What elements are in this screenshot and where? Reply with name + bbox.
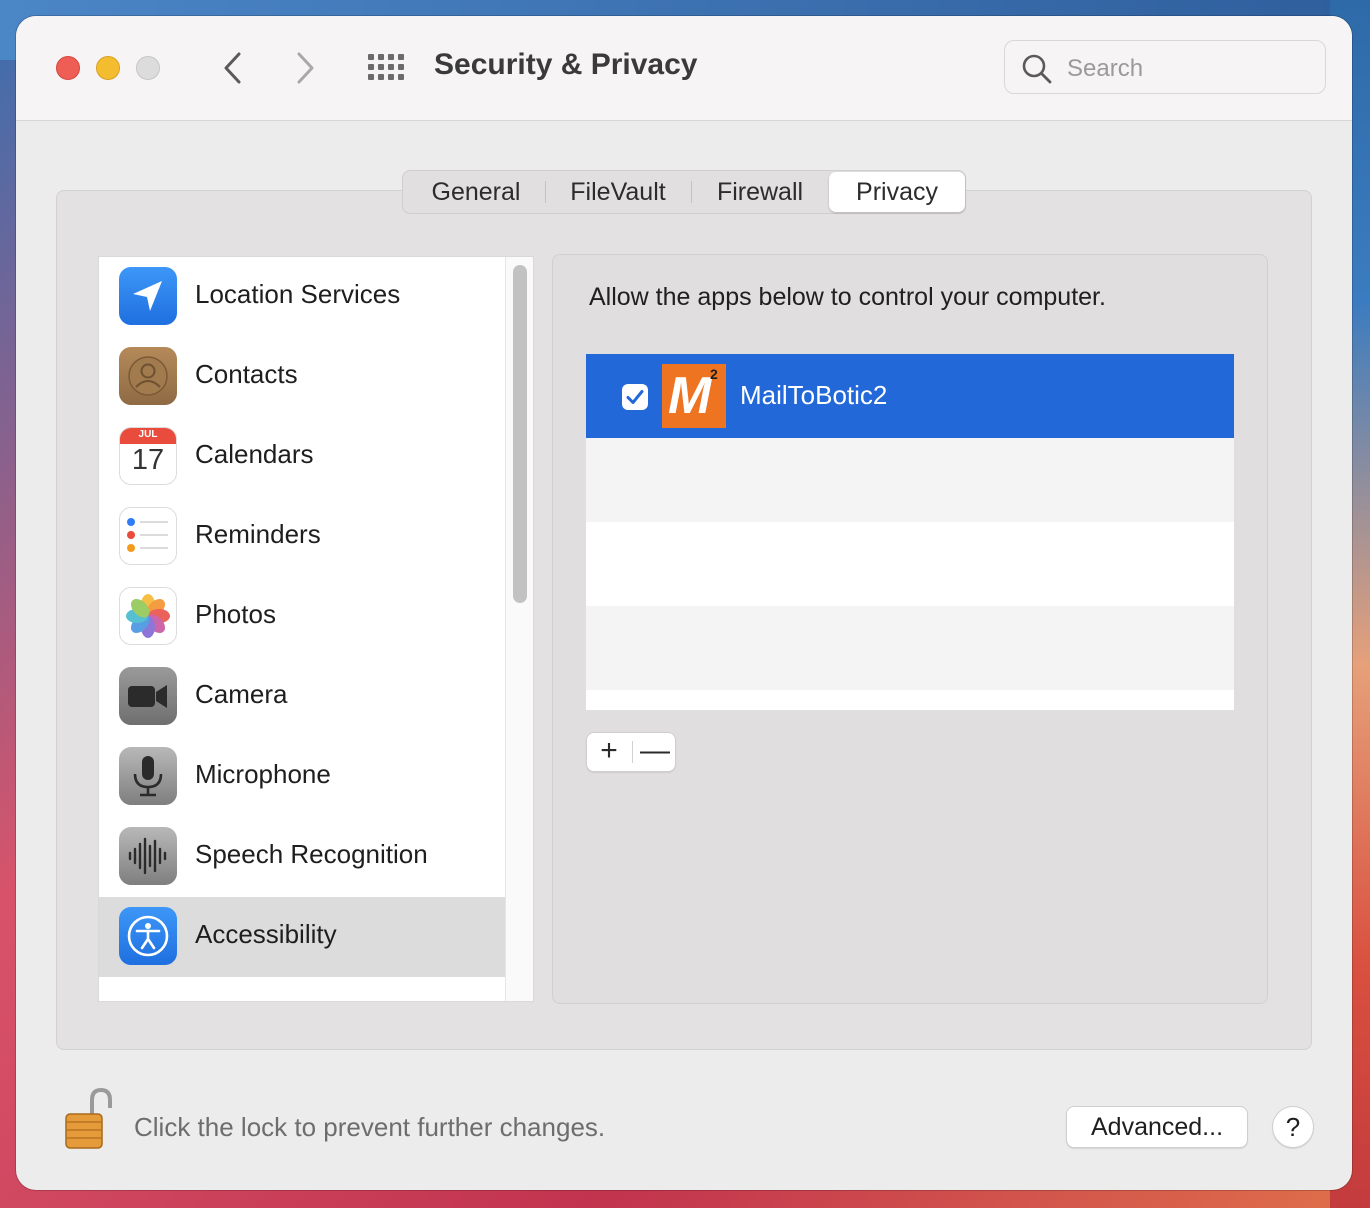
allowed-apps-list[interactable]: M 2 MailToBotic2 bbox=[586, 354, 1234, 710]
sidebar-item-location-services[interactable]: Location Services bbox=[99, 257, 505, 337]
search-icon bbox=[1022, 54, 1052, 84]
chevron-right-icon bbox=[297, 52, 314, 84]
checkmark-icon bbox=[626, 390, 644, 404]
sidebar-item-microphone[interactable]: Microphone bbox=[99, 737, 505, 817]
search-field[interactable]: Search bbox=[1004, 40, 1326, 94]
tab-separator bbox=[545, 181, 546, 203]
app-row-mailtobotic2[interactable]: M 2 MailToBotic2 bbox=[586, 354, 1234, 438]
sidebar-item-label: Reminders bbox=[195, 519, 321, 549]
panel-description: Allow the apps below to control your com… bbox=[589, 283, 1106, 311]
help-button[interactable]: ? bbox=[1272, 1106, 1314, 1148]
sidebar-item-reminders[interactable]: Reminders bbox=[99, 497, 505, 577]
window-title: Security & Privacy bbox=[434, 48, 698, 81]
calendar-day: 17 bbox=[131, 444, 165, 476]
calendar-month: JUL bbox=[138, 429, 158, 440]
sidebar-item-calendars[interactable]: JUL 17 Calendars bbox=[99, 417, 505, 497]
back-button[interactable] bbox=[216, 50, 248, 86]
camera-icon bbox=[119, 667, 177, 725]
contacts-icon bbox=[119, 347, 177, 405]
sidebar-item-label: Speech Recognition bbox=[195, 839, 428, 869]
app-name: MailToBotic2 bbox=[740, 380, 888, 410]
list-row-empty bbox=[586, 522, 1234, 606]
tab-firewall[interactable]: Firewall bbox=[697, 171, 823, 213]
sidebar-item-label: Contacts bbox=[195, 359, 298, 389]
sidebar-item-contacts[interactable]: Contacts bbox=[99, 337, 505, 417]
app-icon-superscript: 2 bbox=[710, 366, 718, 382]
add-app-button[interactable]: + bbox=[587, 733, 631, 771]
reminders-icon bbox=[119, 507, 177, 565]
sidebar-item-label: Accessibility bbox=[195, 919, 337, 949]
app-icon-letter: M bbox=[668, 367, 712, 425]
sidebar-item-label: Calendars bbox=[195, 439, 314, 469]
sidebar-item-label: Location Services bbox=[195, 279, 401, 309]
sidebar-item-label: Photos bbox=[195, 599, 276, 629]
show-all-grid-button[interactable] bbox=[368, 54, 406, 82]
tab-separator bbox=[691, 181, 692, 203]
sidebar-item-speech-recognition[interactable]: Speech Recognition bbox=[99, 817, 505, 897]
advanced-button[interactable]: Advanced... bbox=[1066, 1106, 1248, 1148]
sidebar-item-camera[interactable]: Camera bbox=[99, 657, 505, 737]
waveform-icon bbox=[119, 827, 177, 885]
list-row-empty bbox=[586, 438, 1234, 522]
tab-bar: General FileVault Firewall Privacy bbox=[402, 170, 966, 214]
title-bar: Security & Privacy Search bbox=[16, 16, 1352, 121]
sidebar-item-photos[interactable]: Photos bbox=[99, 577, 505, 657]
search-placeholder: Search bbox=[1067, 55, 1144, 82]
accessibility-icon bbox=[119, 907, 177, 965]
tab-privacy[interactable]: Privacy bbox=[829, 172, 965, 212]
sidebar-item-label: Camera bbox=[195, 679, 288, 709]
sidebar-item-accessibility[interactable]: Accessibility bbox=[99, 897, 505, 977]
chevron-left-icon bbox=[224, 52, 241, 84]
tab-general[interactable]: General bbox=[413, 171, 539, 213]
app-enable-checkbox[interactable] bbox=[622, 384, 648, 410]
preferences-window: Security & Privacy Search General FileVa… bbox=[16, 16, 1352, 1190]
lock-status-text: Click the lock to prevent further change… bbox=[134, 1112, 606, 1142]
location-arrow-icon bbox=[119, 267, 177, 325]
microphone-icon bbox=[119, 747, 177, 805]
forward-button[interactable] bbox=[290, 50, 322, 86]
list-row-empty bbox=[586, 606, 1234, 690]
mailtobotic-app-icon: M 2 bbox=[662, 364, 726, 428]
tab-filevault[interactable]: FileVault bbox=[553, 171, 683, 213]
sidebar-item-label: Microphone bbox=[195, 759, 331, 789]
sidebar-scrollbar-thumb[interactable] bbox=[513, 265, 527, 603]
lock-icon[interactable] bbox=[62, 1086, 116, 1152]
minimize-button[interactable] bbox=[96, 56, 120, 80]
close-button[interactable] bbox=[56, 56, 80, 80]
add-remove-control: + — bbox=[586, 732, 676, 772]
remove-app-button[interactable]: — bbox=[633, 733, 677, 771]
zoom-button[interactable] bbox=[136, 56, 160, 80]
photos-icon bbox=[119, 587, 177, 645]
calendar-icon: JUL 17 bbox=[119, 427, 177, 485]
privacy-category-list: Location Services Contacts JUL 17 Calend… bbox=[98, 256, 534, 1002]
